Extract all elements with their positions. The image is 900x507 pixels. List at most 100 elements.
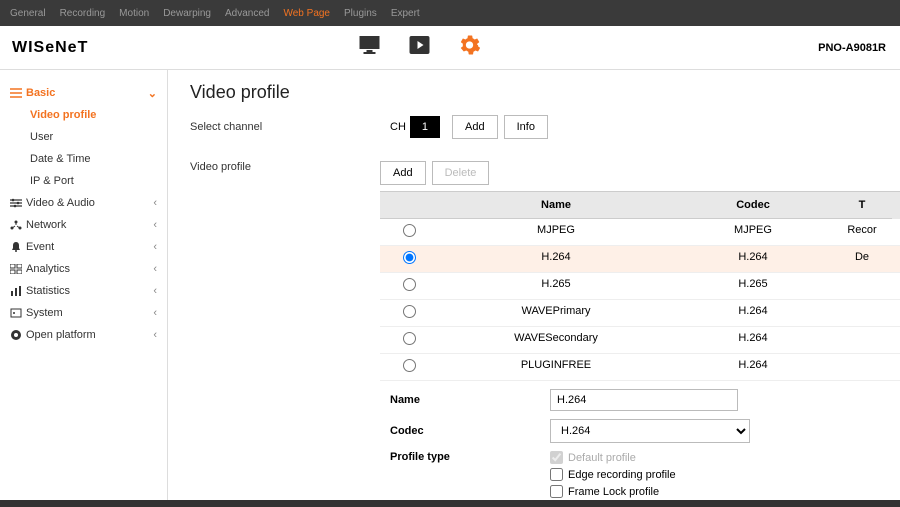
table-header-codec: Codec: [674, 192, 832, 219]
codec-select[interactable]: H.264: [550, 419, 750, 443]
chevron-left-icon: ‹: [153, 197, 157, 209]
codec-field-label: Codec: [390, 425, 550, 437]
sidebar-basic-label: Basic: [26, 87, 55, 99]
profile-t-cell: [832, 273, 892, 299]
video-profile-label: Video profile: [190, 161, 380, 173]
default-profile-checkbox: [550, 451, 563, 464]
tab-plugins[interactable]: Plugins: [344, 8, 377, 19]
table-header-name: Name: [438, 192, 674, 219]
chevron-left-icon: ‹: [153, 241, 157, 253]
profile-codec-cell: H.264: [674, 327, 832, 353]
logo: WISeNeT: [12, 39, 88, 57]
sidebar-item-datetime[interactable]: Date & Time: [0, 148, 167, 170]
sidebar-label: Open platform: [26, 329, 96, 341]
tab-webpage[interactable]: Web Page: [283, 8, 330, 19]
profile-radio[interactable]: [403, 224, 416, 237]
top-tabs-bar: General Recording Motion Dewarping Advan…: [0, 0, 900, 26]
sidebar-group-statistics[interactable]: Statistics ‹: [0, 280, 167, 302]
sidebar-label: Network: [26, 219, 66, 231]
sidebar-group-system[interactable]: System ‹: [0, 302, 167, 324]
header-bar: WISeNeT PNO-A9081R: [0, 26, 900, 70]
chevron-left-icon: ‹: [153, 307, 157, 319]
tab-expert[interactable]: Expert: [391, 8, 420, 19]
add-channel-button[interactable]: Add: [452, 115, 498, 139]
sidebar-item-user[interactable]: User: [0, 126, 167, 148]
monitor-icon[interactable]: [359, 35, 381, 60]
sidebar-group-network[interactable]: Network ‹: [0, 214, 167, 236]
tab-general[interactable]: General: [10, 8, 46, 19]
statistics-icon: [10, 286, 26, 296]
profile-t-cell: [832, 300, 892, 326]
profile-codec-cell: H.264: [674, 300, 832, 326]
sidebar: Basic ⌄ Video profile User Date & Time I…: [0, 70, 168, 507]
profile-radio[interactable]: [403, 278, 416, 291]
sidebar-group-openplatform[interactable]: Open platform ‹: [0, 324, 167, 346]
play-icon[interactable]: [409, 35, 431, 60]
sidebar-item-ipport[interactable]: IP & Port: [0, 170, 167, 192]
page-title: Video profile: [190, 82, 900, 103]
table-header-radio: [380, 192, 438, 219]
profile-t-cell: [832, 354, 892, 380]
tab-motion[interactable]: Motion: [119, 8, 149, 19]
profile-codec-cell: H.264: [674, 354, 832, 380]
profile-t-cell: De: [832, 246, 892, 272]
bottom-bar: [0, 500, 900, 507]
profile-codec-cell: H.265: [674, 273, 832, 299]
profile-name-cell: WAVESecondary: [438, 327, 674, 353]
tab-dewarping[interactable]: Dewarping: [163, 8, 211, 19]
sidebar-label: Analytics: [26, 263, 70, 275]
tab-advanced[interactable]: Advanced: [225, 8, 269, 19]
table-row[interactable]: MJPEGMJPEGRecor: [380, 219, 900, 246]
menu-icon: [10, 88, 26, 98]
chevron-left-icon: ‹: [153, 263, 157, 275]
model-label: PNO-A9081R: [818, 42, 886, 54]
table-row[interactable]: WAVEPrimaryH.264: [380, 300, 900, 327]
profile-radio[interactable]: [403, 305, 416, 318]
table-row[interactable]: WAVESecondaryH.264: [380, 327, 900, 354]
sidebar-label: Video & Audio: [26, 197, 95, 209]
name-input[interactable]: [550, 389, 738, 411]
bell-icon: [10, 241, 26, 253]
sidebar-group-basic[interactable]: Basic ⌄: [0, 82, 167, 104]
sidebar-item-video-profile[interactable]: Video profile: [0, 104, 167, 126]
content-area: Video profile Select channel CH 1 Add In…: [168, 70, 900, 507]
profiletype-label: Profile type: [390, 451, 550, 463]
profile-radio[interactable]: [403, 251, 416, 264]
table-header-t: T: [832, 192, 892, 219]
table-row[interactable]: H.265H.265: [380, 273, 900, 300]
profile-radio[interactable]: [403, 332, 416, 345]
tab-recording[interactable]: Recording: [60, 8, 106, 19]
profile-name-cell: WAVEPrimary: [438, 300, 674, 326]
profile-codec-cell: MJPEG: [674, 219, 832, 245]
table-row[interactable]: PLUGINFREEH.264: [380, 354, 900, 381]
framelock-checkbox[interactable]: [550, 485, 563, 498]
select-channel-label: Select channel: [190, 121, 390, 133]
info-button[interactable]: Info: [504, 115, 548, 139]
profile-name-cell: PLUGINFREE: [438, 354, 674, 380]
sidebar-label: Statistics: [26, 285, 70, 297]
sidebar-label: Event: [26, 241, 54, 253]
system-icon: [10, 308, 26, 318]
ch-label: CH: [390, 121, 406, 133]
table-row[interactable]: H.264H.264De: [380, 246, 900, 273]
network-icon: [10, 220, 26, 230]
sidebar-group-videoaudio[interactable]: Video & Audio ‹: [0, 192, 167, 214]
profile-codec-cell: H.264: [674, 246, 832, 272]
profile-t-cell: Recor: [832, 219, 892, 245]
sidebar-group-event[interactable]: Event ‹: [0, 236, 167, 258]
chevron-left-icon: ‹: [153, 219, 157, 231]
sidebar-group-analytics[interactable]: Analytics ‹: [0, 258, 167, 280]
default-profile-label: Default profile: [568, 452, 636, 464]
ch-number[interactable]: 1: [410, 116, 440, 138]
edge-recording-label: Edge recording profile: [568, 469, 676, 481]
profile-radio[interactable]: [403, 359, 416, 372]
add-profile-button[interactable]: Add: [380, 161, 426, 185]
openplatform-icon: [10, 329, 26, 341]
profile-t-cell: [832, 327, 892, 353]
name-field-label: Name: [390, 394, 550, 406]
edge-recording-checkbox[interactable]: [550, 468, 563, 481]
sliders-icon: [10, 198, 26, 208]
gear-icon[interactable]: [459, 34, 481, 61]
delete-profile-button[interactable]: Delete: [432, 161, 490, 185]
chevron-left-icon: ‹: [153, 285, 157, 297]
